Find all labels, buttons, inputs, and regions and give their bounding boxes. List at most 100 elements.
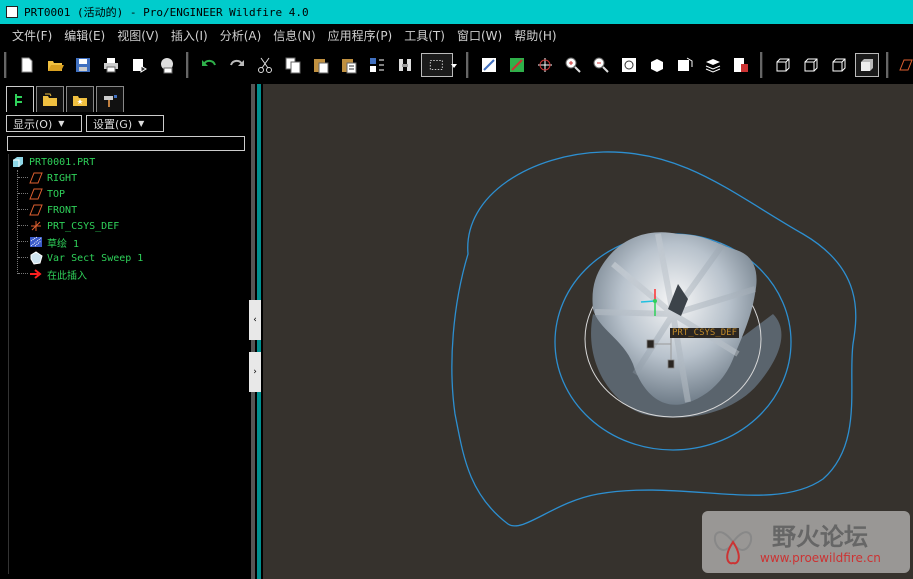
tree-item-label: TOP [47, 188, 66, 200]
model-tree: PRT0001.PRT RIGHT TOP FRONT PRT_CSYS_DEF… [8, 154, 249, 574]
panel-splitter[interactable]: ‹ › [249, 84, 263, 579]
model-view[interactable] [263, 84, 913, 579]
email-icon[interactable] [156, 54, 178, 76]
tree-item-label: 草绘 1 [47, 238, 80, 250]
menu-help[interactable]: 帮助(H) [514, 27, 556, 44]
app-icon [6, 6, 18, 18]
tree-item-insert-here[interactable]: 在此插入 [29, 266, 87, 282]
navigator-tabs [6, 86, 126, 112]
chevron-down-icon: ▼ [58, 119, 65, 128]
title-bar: PRT0001 (活动的) - Pro/ENGINEER Wildfire 4.… [0, 0, 913, 24]
datum-plane-icon [29, 203, 43, 217]
tree-connector [18, 225, 28, 226]
tree-item-part[interactable]: PRT0001.PRT [11, 154, 95, 170]
settings-dropdown[interactable]: 设置(G) ▼ [86, 115, 164, 132]
tree-item-label: 在此插入 [47, 270, 87, 282]
butterfly-logo-icon [713, 531, 753, 565]
datum-plane-icon[interactable] [894, 54, 913, 76]
select-filter-dropdown-icon[interactable] [448, 54, 460, 76]
tree-item-label: FRONT [47, 204, 78, 216]
collapse-left-button[interactable]: ‹ [249, 300, 261, 340]
datum-plane-icon [29, 171, 43, 185]
tree-item-csys[interactable]: PRT_CSYS_DEF [29, 218, 119, 234]
tree-item-right[interactable]: RIGHT [29, 170, 77, 186]
tree-item-label: PRT0001.PRT [29, 156, 96, 168]
datum-plane-icon [29, 187, 43, 201]
sketch-icon [29, 235, 43, 249]
shading-icon[interactable] [855, 53, 879, 77]
view-manager-icon[interactable] [730, 54, 752, 76]
toolbar-separator [466, 52, 469, 78]
copy-icon[interactable] [282, 54, 304, 76]
zoom-in-icon[interactable] [562, 54, 584, 76]
csys-label: PRT_CSYS_DEF [670, 328, 740, 338]
send-icon[interactable] [128, 54, 150, 76]
menu-insert[interactable]: 插入(I) [171, 27, 208, 44]
graphics-window[interactable]: PRT_CSYS_DEF [263, 84, 913, 579]
save-icon[interactable] [72, 54, 94, 76]
tree-search-input[interactable] [7, 136, 245, 151]
display-dropdown[interactable]: 显示(O) ▼ [6, 115, 82, 132]
new-icon[interactable] [16, 54, 38, 76]
refit-icon[interactable] [618, 54, 640, 76]
tree-controls: 显示(O) ▼ 设置(G) ▼ [6, 115, 168, 132]
redo-icon[interactable] [226, 54, 248, 76]
tree-item-top[interactable]: TOP [29, 186, 65, 202]
tree-item-var-sect-sweep[interactable]: Var Sect Sweep 1 [29, 250, 143, 266]
paste-special-icon[interactable] [338, 54, 360, 76]
no-hidden-icon[interactable] [828, 54, 850, 76]
toolbar-separator [760, 52, 763, 78]
saved-views-icon[interactable] [674, 54, 696, 76]
open-icon[interactable] [44, 54, 66, 76]
toolbar-separator [886, 52, 889, 78]
menu-edit[interactable]: 编辑(E) [64, 27, 105, 44]
tree-item-label: PRT_CSYS_DEF [47, 220, 120, 232]
tree-item-sketch[interactable]: 草绘 1 [29, 234, 79, 250]
connections-tab[interactable] [96, 86, 124, 112]
forum-watermark: 野火论坛 www.proewildfire.cn [702, 511, 910, 573]
folder-icon [43, 93, 57, 106]
display-dropdown-label: 显示(O) [13, 117, 53, 131]
navigator-panel: 显示(O) ▼ 设置(G) ▼ PRT0001.PRT RIGHT TOP FR… [0, 84, 250, 579]
datum-toggle-icon[interactable] [506, 54, 528, 76]
wireframe-icon[interactable] [772, 54, 794, 76]
undo-icon[interactable] [198, 54, 220, 76]
cut-icon[interactable] [254, 54, 276, 76]
tree-connector [17, 170, 18, 274]
tree-connector [18, 241, 28, 242]
folder-browser-tab[interactable] [36, 86, 64, 112]
print-icon[interactable] [100, 54, 122, 76]
regenerate-icon[interactable] [366, 54, 388, 76]
model-tree-tab[interactable] [6, 86, 34, 112]
named-view-icon[interactable] [478, 54, 500, 76]
layers-icon[interactable] [702, 54, 724, 76]
tree-item-label: Var Sect Sweep 1 [47, 252, 144, 264]
menu-applications[interactable]: 应用程序(P) [328, 27, 393, 44]
tree-connector [18, 209, 28, 210]
zoom-out-icon[interactable] [590, 54, 612, 76]
spin-center-icon[interactable] [534, 54, 556, 76]
menu-analysis[interactable]: 分析(A) [220, 27, 262, 44]
tree-connector [18, 273, 28, 274]
menu-tools[interactable]: 工具(T) [404, 27, 445, 44]
hidden-line-icon[interactable] [800, 54, 822, 76]
menu-window[interactable]: 窗口(W) [457, 27, 502, 44]
menu-view[interactable]: 视图(V) [117, 27, 159, 44]
watermark-title: 野火论坛 [772, 523, 868, 551]
paste-icon[interactable] [310, 54, 332, 76]
expand-right-button[interactable]: › [249, 352, 261, 392]
reorient-icon[interactable] [646, 54, 668, 76]
settings-dropdown-label: 设置(G) [93, 117, 133, 131]
watermark-url: www.proewildfire.cn [760, 551, 881, 565]
tree-connector [18, 177, 28, 178]
menu-info[interactable]: 信息(N) [273, 27, 315, 44]
hammer-tools-icon [104, 94, 117, 107]
csys-icon [29, 219, 43, 233]
menu-file[interactable]: 文件(F) [12, 27, 52, 44]
favorites-folder-icon [73, 95, 87, 106]
find-icon[interactable] [394, 54, 416, 76]
favorites-tab[interactable] [66, 86, 94, 112]
tree-connector [18, 193, 28, 194]
tree-item-front[interactable]: FRONT [29, 202, 77, 218]
window-title: PRT0001 (活动的) - Pro/ENGINEER Wildfire 4.… [24, 6, 309, 19]
